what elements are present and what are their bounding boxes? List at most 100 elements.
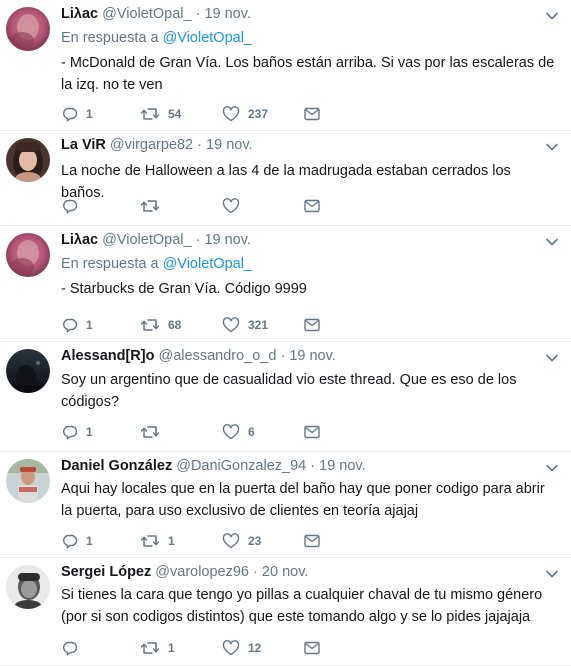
envelope-icon bbox=[304, 425, 320, 439]
display-name[interactable]: Liλac bbox=[61, 232, 98, 248]
retweet-icon bbox=[140, 533, 160, 549]
chevron-down-icon[interactable] bbox=[545, 234, 559, 246]
tweet[interactable]: Liλac @VioletOpal_ · 19 nov. En respuesta… bbox=[0, 0, 571, 131]
retweet-count: 54 bbox=[168, 107, 182, 121]
tweet-text: - McDonald de Gran Vía. Los baños están … bbox=[61, 55, 555, 93]
user-handle[interactable]: @alessandro_o_d bbox=[159, 348, 277, 364]
like-count: 237 bbox=[248, 107, 269, 121]
avatar[interactable] bbox=[6, 565, 50, 609]
avatar[interactable] bbox=[6, 349, 50, 393]
user-handle[interactable]: @DaniGonzalez_94 bbox=[176, 458, 306, 474]
chevron-down-icon[interactable] bbox=[545, 8, 559, 20]
timestamp[interactable]: 19 nov. bbox=[204, 6, 251, 22]
retweet-count: 1 bbox=[168, 641, 175, 655]
reply-prefix: En respuesta a bbox=[61, 256, 159, 272]
like-button[interactable]: 6 bbox=[222, 423, 255, 441]
tweet-actions: 16 bbox=[62, 423, 362, 441]
reply-icon bbox=[62, 317, 78, 333]
reply-button[interactable] bbox=[62, 197, 86, 215]
tweet[interactable]: Daniel González @DaniGonzalez_94 · 19 no… bbox=[0, 452, 571, 558]
direct-message-button[interactable] bbox=[304, 105, 320, 123]
display-name[interactable]: Daniel González bbox=[61, 458, 172, 474]
separator-dot: · bbox=[280, 348, 286, 364]
avatar[interactable] bbox=[6, 459, 50, 503]
user-handle[interactable]: @virgarpe82 bbox=[110, 137, 193, 153]
retweet-icon bbox=[140, 424, 160, 440]
heart-icon bbox=[222, 424, 240, 440]
timestamp[interactable]: 19 nov. bbox=[204, 232, 251, 248]
retweet-icon bbox=[140, 640, 160, 656]
user-handle[interactable]: @VioletOpal_ bbox=[102, 232, 191, 248]
envelope-icon bbox=[304, 199, 320, 213]
reply-button[interactable]: 1 bbox=[62, 532, 93, 550]
retweet-button[interactable]: 1 bbox=[140, 639, 175, 657]
like-button[interactable]: 237 bbox=[222, 105, 268, 123]
timestamp[interactable]: 19 nov. bbox=[289, 348, 336, 364]
tweet-text: - Starbucks de Gran Vía. Código 9999 bbox=[61, 281, 307, 297]
like-button[interactable]: 23 bbox=[222, 532, 261, 550]
tweet[interactable]: Sergei López @varolopez96 · 20 nov. Si ti… bbox=[0, 558, 571, 666]
tweet[interactable]: La ViR @virgarpe82 · 19 nov. La noche de … bbox=[0, 131, 571, 226]
reply-count: 1 bbox=[86, 318, 93, 332]
reply-to-link[interactable]: @VioletOpal_ bbox=[163, 256, 252, 272]
tweet-header: La ViR @virgarpe82 · 19 nov. bbox=[61, 136, 253, 155]
reply-icon bbox=[62, 424, 78, 440]
envelope-icon bbox=[304, 641, 320, 655]
direct-message-button[interactable] bbox=[304, 532, 320, 550]
retweet-icon bbox=[140, 198, 160, 214]
retweet-button[interactable]: 1 bbox=[140, 532, 175, 550]
user-handle[interactable]: @varolopez96 bbox=[155, 564, 249, 580]
timestamp[interactable]: 19 nov. bbox=[319, 458, 366, 474]
envelope-icon bbox=[304, 107, 320, 121]
tweet-header: Sergei López @varolopez96 · 20 nov. bbox=[61, 563, 308, 582]
retweet-button[interactable] bbox=[140, 197, 168, 215]
retweet-button[interactable] bbox=[140, 423, 168, 441]
display-name[interactable]: Sergei López bbox=[61, 564, 151, 580]
reply-context: En respuesta a @VioletOpal_ bbox=[61, 255, 252, 274]
tweet-header: Liλac @VioletOpal_ · 19 nov. bbox=[61, 231, 251, 250]
chevron-down-icon[interactable] bbox=[545, 139, 559, 151]
direct-message-button[interactable] bbox=[304, 197, 320, 215]
separator-dot: · bbox=[195, 6, 201, 22]
avatar[interactable] bbox=[6, 138, 50, 182]
avatar[interactable] bbox=[6, 7, 50, 51]
retweet-button[interactable]: 68 bbox=[140, 316, 181, 334]
direct-message-button[interactable] bbox=[304, 316, 320, 334]
tweet-actions: 1 68 321 bbox=[62, 316, 362, 334]
like-button[interactable]: 12 bbox=[222, 639, 261, 657]
direct-message-button[interactable] bbox=[304, 423, 320, 441]
user-handle[interactable]: @VioletOpal_ bbox=[102, 6, 191, 22]
tweet-text: Aqui hay locales que en la puerta del ba… bbox=[61, 481, 545, 519]
avatar[interactable] bbox=[6, 233, 50, 277]
chevron-down-icon[interactable] bbox=[545, 566, 559, 578]
reply-to-link[interactable]: @VioletOpal_ bbox=[163, 30, 252, 46]
reply-prefix: En respuesta a bbox=[61, 30, 159, 46]
display-name[interactable]: Alessand[R]o bbox=[61, 348, 154, 364]
reply-button[interactable]: 1 bbox=[62, 105, 93, 123]
reply-icon bbox=[62, 640, 78, 656]
display-name[interactable]: Liλac bbox=[61, 6, 98, 22]
chevron-down-icon[interactable] bbox=[545, 350, 559, 362]
like-button[interactable] bbox=[222, 197, 248, 215]
heart-icon bbox=[222, 640, 240, 656]
tweet-text: Soy un argentino que de casualidad vio e… bbox=[61, 372, 517, 410]
reply-icon bbox=[62, 106, 78, 122]
separator-dot: · bbox=[310, 458, 316, 474]
direct-message-button[interactable] bbox=[304, 639, 320, 657]
timestamp[interactable]: 19 nov. bbox=[206, 137, 253, 153]
chevron-down-icon[interactable] bbox=[545, 460, 559, 472]
retweet-button[interactable]: 54 bbox=[140, 105, 181, 123]
reply-button[interactable]: 1 bbox=[62, 316, 93, 334]
display-name[interactable]: La ViR bbox=[61, 137, 106, 153]
reply-button[interactable]: 1 bbox=[62, 423, 93, 441]
tweet[interactable]: Liλac @VioletOpal_ · 19 nov. En respuesta… bbox=[0, 226, 571, 342]
separator-dot: · bbox=[253, 564, 258, 580]
timestamp[interactable]: 20 nov. bbox=[262, 564, 309, 580]
reply-icon bbox=[62, 198, 78, 214]
tweet[interactable]: Alessand[R]o @alessandro_o_d · 19 nov. So… bbox=[0, 342, 571, 452]
tweet-actions: 1 12 bbox=[62, 639, 362, 657]
tweet-text: Si tienes la cara que tengo yo pillas a … bbox=[61, 587, 543, 625]
retweet-icon bbox=[140, 317, 160, 333]
like-button[interactable]: 321 bbox=[222, 316, 268, 334]
reply-button[interactable] bbox=[62, 639, 86, 657]
